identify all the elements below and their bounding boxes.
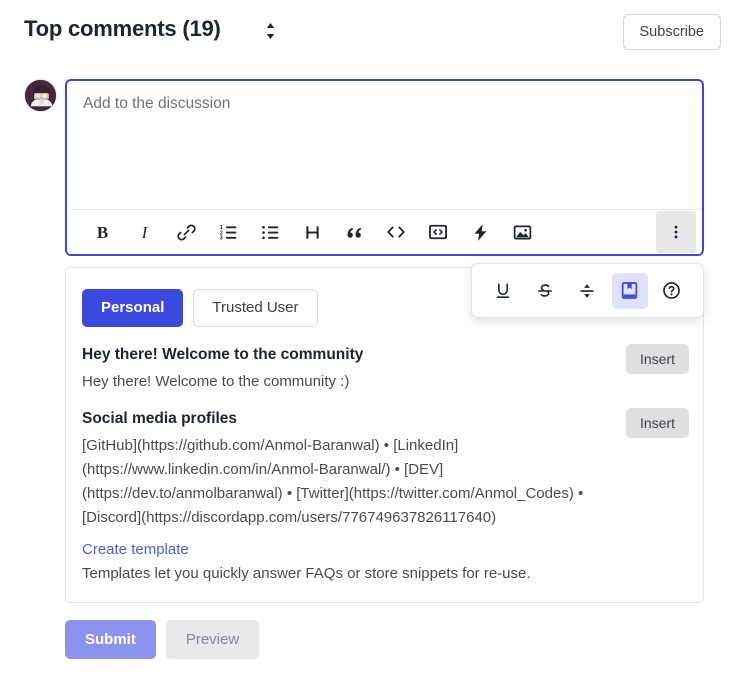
heading-icon[interactable]	[291, 211, 333, 253]
submit-button[interactable]: Submit	[65, 620, 156, 659]
code-block-icon[interactable]	[417, 211, 459, 253]
unordered-list-icon[interactable]	[249, 211, 291, 253]
page-title: Top comments (19)	[24, 16, 221, 41]
strikethrough-icon[interactable]	[527, 273, 563, 309]
template-body: Hey there! Welcome to the community :)	[82, 373, 350, 390]
italic-icon[interactable]: I	[123, 211, 165, 253]
svg-text:B: B	[96, 223, 107, 242]
code-icon[interactable]	[375, 211, 417, 253]
more-options-button[interactable]	[656, 211, 696, 253]
template-icon[interactable]	[611, 272, 648, 309]
underline-icon[interactable]	[485, 273, 521, 309]
quote-icon[interactable]	[333, 211, 375, 253]
comment-composer: B I	[65, 79, 704, 256]
preview-button[interactable]: Preview	[165, 620, 260, 659]
embed-icon[interactable]	[459, 211, 501, 253]
tab-trusted-user[interactable]: Trusted User	[193, 289, 318, 327]
create-template-description: Templates let you quickly answer FAQs or…	[82, 565, 531, 582]
svg-text:3: 3	[219, 235, 222, 241]
help-icon[interactable]	[654, 273, 690, 309]
bold-icon[interactable]: B	[81, 211, 123, 253]
composer-actions: Submit Preview	[65, 620, 260, 659]
template-item: Hey there! Welcome to the community Hey …	[82, 344, 689, 394]
comments-header: Top comments (19) Subscribe	[0, 0, 745, 62]
insert-button[interactable]: Insert	[625, 408, 689, 438]
comments-composer-page: Top comments (19) Subscribe Add to the d…	[0, 0, 745, 685]
template-body: [GitHub](https://github.com/Anmol-Baranw…	[82, 437, 584, 526]
tab-personal[interactable]: Personal	[82, 289, 184, 327]
line-divider-icon[interactable]	[569, 273, 605, 309]
editor-toolbar: B I 1 2 3	[67, 209, 702, 254]
subscribe-button[interactable]: Subscribe	[622, 14, 721, 50]
template-item: Social media profiles [GitHub](https://g…	[82, 408, 689, 530]
create-template-link[interactable]: Create template	[82, 541, 189, 558]
avatar	[24, 79, 57, 112]
toolbar-overflow-menu	[471, 263, 704, 318]
template-title: Social media profiles	[82, 410, 238, 427]
ordered-list-icon[interactable]: 1 2 3	[207, 211, 249, 253]
chevron-up-down-icon	[265, 22, 276, 43]
sort-order-toggle[interactable]	[259, 20, 281, 44]
template-tabs: Personal Trusted User	[82, 289, 318, 327]
svg-text:I: I	[140, 223, 148, 242]
comment-input[interactable]	[67, 81, 702, 209]
image-icon[interactable]	[501, 211, 543, 253]
link-icon[interactable]	[165, 211, 207, 253]
insert-button[interactable]: Insert	[625, 344, 689, 374]
template-title: Hey there! Welcome to the community	[82, 346, 364, 363]
